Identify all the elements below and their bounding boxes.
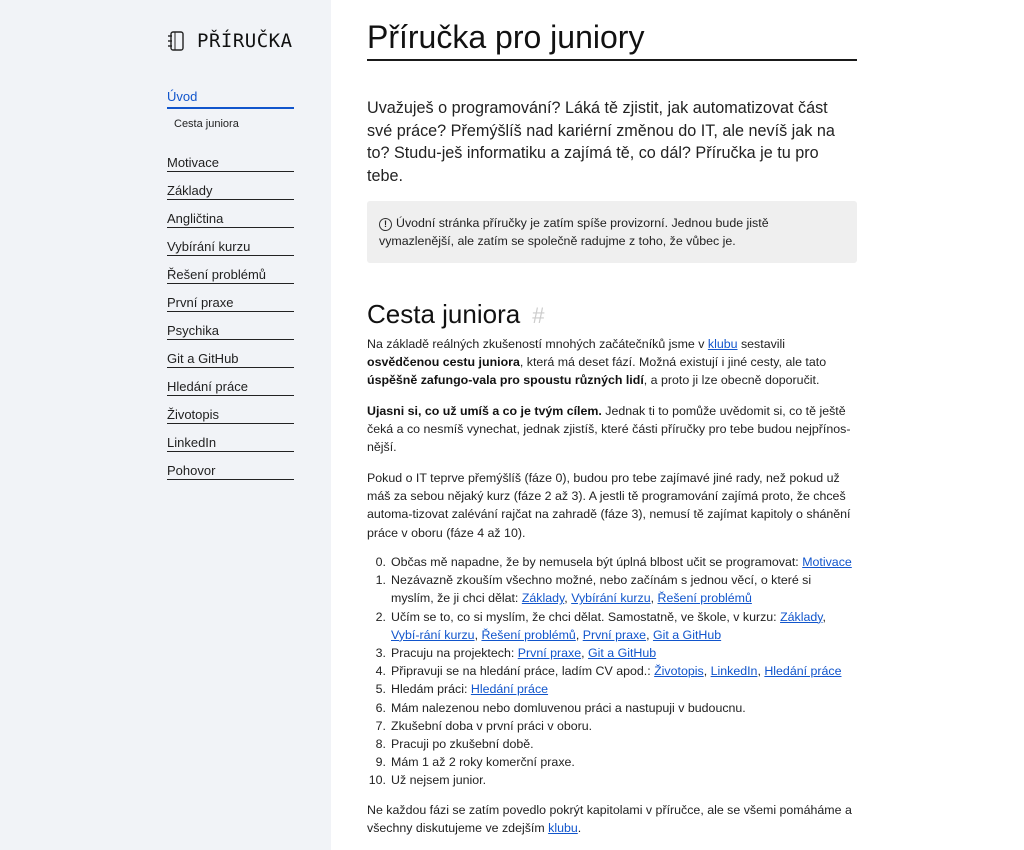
sidebar-item-zaklady[interactable]: Základy <box>167 183 294 200</box>
klub-link[interactable]: klubu <box>548 821 578 835</box>
phase-item: 4. Připravuji se na hledání práce, ladím … <box>367 662 857 680</box>
phase-link[interactable]: Řešení problémů <box>658 591 752 605</box>
phase-item: 7. Zkušební doba v první práci v oboru. <box>367 717 857 735</box>
paragraph-closing: Ne každou fázi se zatím povedlo pokrýt k… <box>367 801 857 837</box>
phase-item: 6. Mám nalezenou nebo domluvenou práci a … <box>367 699 857 717</box>
phase-number: 4. <box>375 664 386 679</box>
sidebar-subitem-cesta-juniora[interactable]: Cesta juniora <box>174 118 239 130</box>
sidebar-item-motivace[interactable]: Motivace <box>167 155 294 172</box>
info-callout: ! Úvodní stránka příručky je zatím spíše … <box>367 201 857 263</box>
text: , která má deset fází. Možná existují i … <box>519 355 827 370</box>
bold-text: Ujasni si, co už umíš a co je tvým cílem… <box>367 404 602 418</box>
phase-item: 8. Pracuji po zkušební době. <box>367 735 857 753</box>
phase-text: Hledám práci: <box>391 682 471 697</box>
sidebar-nav-list: Motivace Základy Angličtina Vybírání kur… <box>167 155 294 491</box>
paragraph-phases: Pokud o IT teprve přemýšlíš (fáze 0), bu… <box>367 471 851 540</box>
phase-link[interactable]: Motivace <box>802 555 852 569</box>
phase-link[interactable]: Základy <box>522 591 564 605</box>
phase-number: 6. <box>375 700 386 715</box>
phase-text: Občas mě napadne, že by nemusela být úpl… <box>391 555 803 569</box>
page-title: Příručka pro juniory <box>367 20 857 61</box>
sidebar-item-anglictina[interactable]: Angličtina <box>167 211 294 228</box>
phase-link[interactable]: Hledání práce <box>471 682 548 696</box>
sidebar-item-zivotopis[interactable]: Životopis <box>167 407 294 424</box>
phase-text: Pracuji po zkušební době. <box>391 737 534 752</box>
phase-number: 9. <box>375 755 386 770</box>
phase-link[interactable]: Řešení problémů <box>481 628 575 642</box>
phase-link[interactable]: LinkedIn <box>711 664 758 678</box>
phase-number: 2. <box>375 609 386 624</box>
phase-link[interactable]: Git a GitHub <box>588 646 656 660</box>
phase-number: 7. <box>375 718 386 733</box>
phase-item: 1. Nezávazně zkouším všechno možné, nebo … <box>367 571 857 607</box>
phase-number: 0. <box>375 555 386 569</box>
sidebar-item-prvni-praxe[interactable]: První praxe <box>167 295 294 312</box>
phase-text: Připravuji se na hledání práce, ladím CV… <box>391 664 655 679</box>
sidebar-item-reseni-problemu[interactable]: Řešení problémů <box>167 267 294 284</box>
phase-text: Mám 1 až 2 roky komerční praxe. <box>391 755 575 770</box>
phase-link[interactable]: Hledání práce <box>764 664 841 678</box>
phase-text: Učím se to, co si myslím, že chci dělat.… <box>391 609 781 624</box>
text: sestavili <box>737 337 786 351</box>
phase-link[interactable]: Životopis <box>654 664 704 678</box>
phase-number: 10. <box>368 773 386 788</box>
phase-link[interactable]: První praxe <box>518 646 581 660</box>
phase-item: 2. Učím se to, co si myslím, že chci děla… <box>367 608 857 644</box>
phase-link[interactable]: Git a GitHub <box>653 628 721 642</box>
paragraph-intro: Na základě reálných zkušeností mnohých z… <box>367 335 857 390</box>
phase-item: 3. Pracuju na projektech: První praxe, Gi… <box>367 644 857 662</box>
phase-text: Už nejsem junior. <box>391 773 487 788</box>
text: . <box>577 821 582 836</box>
brand-title: PŘÍRUČKA <box>197 30 293 52</box>
callout-text: Úvodní stránka příručky je zatím spíše p… <box>379 216 769 248</box>
paragraph-goal: Ujasni si, co už umíš a co je tvým cílem… <box>367 402 857 457</box>
text: Ne každou fázi se zatím povedlo pokrýt k… <box>367 803 852 836</box>
sidebar-item-vybirani-kurzu[interactable]: Vybírání kurzu <box>167 239 294 256</box>
sidebar-item-git-a-github[interactable]: Git a GitHub <box>167 351 294 368</box>
phase-item: 9. Mám 1 až 2 roky komerční praxe. <box>367 753 857 771</box>
notebook-icon <box>168 31 184 51</box>
phase-text: Zkušební doba v první práci v oboru. <box>391 718 593 733</box>
phase-text: Pracuju na projektech: <box>391 646 518 661</box>
section-title: Cesta juniora <box>367 299 521 329</box>
phase-link[interactable]: Vybírání kurzu <box>571 591 650 605</box>
bold-text: osvědčenou cestu juniora <box>367 355 520 370</box>
info-icon: ! <box>379 218 392 231</box>
phase-text: Mám nalezenou nebo domluvenou práci a na… <box>391 700 746 715</box>
bold-text: úspěšně zafungo-vala pro spoustu různých… <box>367 373 644 388</box>
lead-paragraph: Uvažuješ o programování? Láká tě zjistit… <box>367 99 835 185</box>
sidebar-item-pohovor[interactable]: Pohovor <box>167 463 294 480</box>
sidebar-item-linkedin[interactable]: LinkedIn <box>167 435 294 452</box>
phase-item: 10. Už nejsem junior. <box>367 771 857 789</box>
sidebar-item-uvod[interactable]: Úvod <box>167 89 294 109</box>
sidebar-item-psychika[interactable]: Psychika <box>167 323 294 340</box>
phase-number: 3. <box>375 646 386 661</box>
brand[interactable]: PŘÍRUČKA <box>167 30 293 52</box>
phase-item: 5. Hledám práci: Hledání práce <box>367 680 857 698</box>
text: Na základě reálných zkušeností mnohých z… <box>367 337 708 351</box>
phase-number: 1. <box>375 573 386 588</box>
phase-number: 8. <box>375 737 386 752</box>
heading-anchor-link[interactable]: # <box>532 303 544 328</box>
phase-number: 5. <box>375 682 386 697</box>
phase-item: 0. Občas mě napadne, že by nemusela být ú… <box>367 553 857 571</box>
text: , a proto ji lze obecně doporučit. <box>643 373 820 388</box>
phase-list: 0. Občas mě napadne, že by nemusela být ú… <box>367 553 857 790</box>
klub-link[interactable]: klubu <box>708 337 738 351</box>
section-heading: Cesta juniora # <box>367 298 544 332</box>
phase-link[interactable]: První praxe <box>583 628 646 642</box>
sidebar-item-hledani-prace[interactable]: Hledání práce <box>167 379 294 396</box>
phase-link[interactable]: Vybí-rání kurzu <box>391 628 475 642</box>
phase-link[interactable]: Základy <box>780 610 822 624</box>
